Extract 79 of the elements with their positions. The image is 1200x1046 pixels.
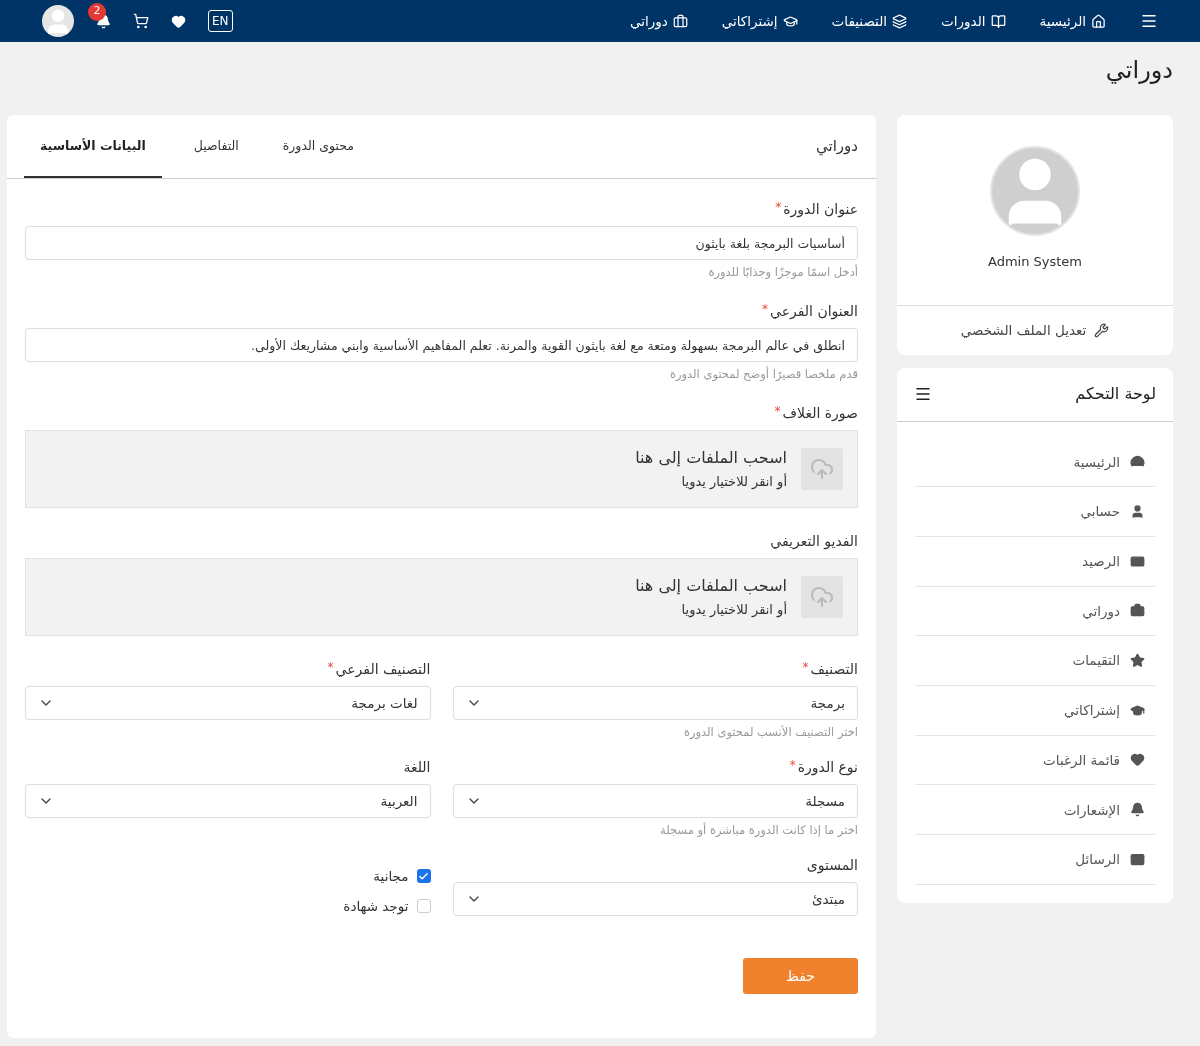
dashboard-menu-item[interactable]: حسابي — [915, 487, 1155, 537]
dashboard-menu-item[interactable]: الرسائل — [915, 835, 1155, 885]
text-field[interactable]: انطلق في عالم البرمجة بسهولة ومتعة مع لغة بايثون القوية والمرنة. تعلم المفاهيم الأساسية وابني مشاريعك الأولى. — [25, 328, 858, 362]
nav-link[interactable]: دوراتي — [629, 10, 688, 32]
field-label: نوع الدورة — [797, 757, 858, 778]
field-label: اللغة — [403, 757, 431, 777]
select-field[interactable]: العربية — [25, 784, 431, 818]
dashboard-menu-item[interactable]: الرئيسية — [915, 437, 1155, 488]
field-label: المستوى — [806, 855, 858, 876]
profile-name: Admin System — [988, 253, 1083, 271]
cart-icon[interactable] — [133, 13, 149, 29]
graduation-cap-icon — [1130, 702, 1145, 718]
nav-link[interactable]: الرئيسية — [1039, 10, 1106, 32]
dashboard-menu-item[interactable]: التقيمات — [915, 636, 1155, 686]
card-title: دوراتي — [816, 136, 858, 158]
required-mark: * — [327, 659, 334, 676]
bell-icon — [1130, 802, 1145, 818]
menu-icon[interactable] — [914, 385, 932, 403]
checkbox-label: مجانية — [373, 867, 409, 886]
required-mark: * — [789, 757, 796, 774]
cloud-upload-icon — [801, 448, 843, 490]
nav-link[interactable]: إشتراكاتي — [721, 10, 798, 32]
graduation-cap-icon — [782, 13, 798, 29]
select-field[interactable]: برمجة — [452, 686, 858, 720]
dashboard-menu-item[interactable]: إشتراكاتي — [915, 685, 1155, 736]
field-label: صورة الغلاف — [782, 403, 858, 424]
field-label: التصنيف — [810, 659, 858, 679]
select-field[interactable]: لغات برمجة — [25, 686, 431, 720]
tab[interactable]: التفاصيل — [181, 115, 251, 178]
field-label: العنوان الفرعي — [770, 301, 858, 322]
field-label: الفديو التعريفي — [770, 531, 858, 552]
dashboard-menu-item[interactable]: قائمة الرغبات — [915, 735, 1155, 786]
required-mark: * — [775, 199, 782, 216]
checkbox[interactable] — [416, 869, 431, 884]
heart-icon — [1130, 752, 1145, 768]
dashboard-menu-item[interactable]: دوراتي — [915, 586, 1155, 637]
field-label: التصنيف الفرعي — [335, 659, 431, 680]
cloud-upload-icon — [801, 576, 843, 618]
tab[interactable]: محتوى الدورة — [270, 115, 366, 178]
tab[interactable]: البيانات الأساسية — [24, 115, 162, 178]
home-icon — [1091, 13, 1106, 29]
select-field[interactable]: مسجلة — [452, 784, 858, 818]
heart-icon[interactable] — [171, 13, 186, 29]
checkbox[interactable] — [416, 899, 431, 914]
avatar[interactable] — [42, 5, 74, 37]
required-mark: * — [774, 403, 781, 420]
dropzone-hint: أو انقر للاختيار يدويا — [680, 472, 787, 492]
notification-badge: 2 — [88, 2, 106, 21]
field-hint: أدخل اسمًا موجزًا وجذابًا للدورة — [707, 264, 858, 280]
field-hint: اختر التصنيف الأنسب لمحتوى الدورة — [682, 724, 858, 740]
nav-link[interactable]: التصنيفات — [831, 10, 908, 32]
file-dropzone[interactable]: اسحب الملفات إلى هنا أو انقر للاختيار يدويا — [25, 430, 858, 508]
dropzone-hint: أو انقر للاختيار يدويا — [680, 600, 787, 620]
checkbox-label: توجد شهادة — [343, 897, 409, 917]
book-icon — [990, 13, 1006, 29]
select-field[interactable]: مبتدئ — [452, 882, 858, 916]
menu-icon[interactable] — [1140, 12, 1158, 30]
required-mark: * — [762, 301, 768, 318]
field-hint: اختر ما إذا كانت الدورة مباشرة أو مسجلة — [659, 822, 858, 838]
page-title: دوراتي — [1104, 55, 1173, 86]
briefcase-icon — [672, 13, 688, 29]
dashboard-menu-item[interactable]: الرصيد — [915, 536, 1155, 587]
field-hint: قدم ملخصا قصيرًا أوضح لمحتوى الدورة — [668, 366, 858, 382]
nav-link[interactable]: الدورات — [941, 10, 1006, 32]
wrench-icon — [1094, 322, 1110, 338]
edit-profile-link[interactable]: تعديل الملف الشخصي — [960, 319, 1110, 341]
required-mark: * — [802, 659, 809, 676]
star-icon — [1130, 653, 1145, 669]
layers-icon — [892, 13, 908, 29]
dashboard-menu-item[interactable]: الإشعارات — [915, 785, 1155, 835]
text-field[interactable]: أساسيات البرمجة بلغة بايثون — [25, 226, 858, 260]
dropzone-title: اسحب الملفات إلى هنا — [635, 575, 787, 598]
briefcase-icon — [1130, 603, 1145, 619]
user-icon — [1130, 504, 1145, 520]
language-button[interactable]: EN — [208, 10, 233, 32]
dashboard-title: لوحة التحكم — [1075, 383, 1156, 406]
dropzone-title: اسحب الملفات إلى هنا — [635, 447, 787, 470]
file-dropzone[interactable]: اسحب الملفات إلى هنا أو انقر للاختيار يدويا — [25, 558, 858, 636]
field-label: عنوان الدورة — [783, 199, 858, 220]
